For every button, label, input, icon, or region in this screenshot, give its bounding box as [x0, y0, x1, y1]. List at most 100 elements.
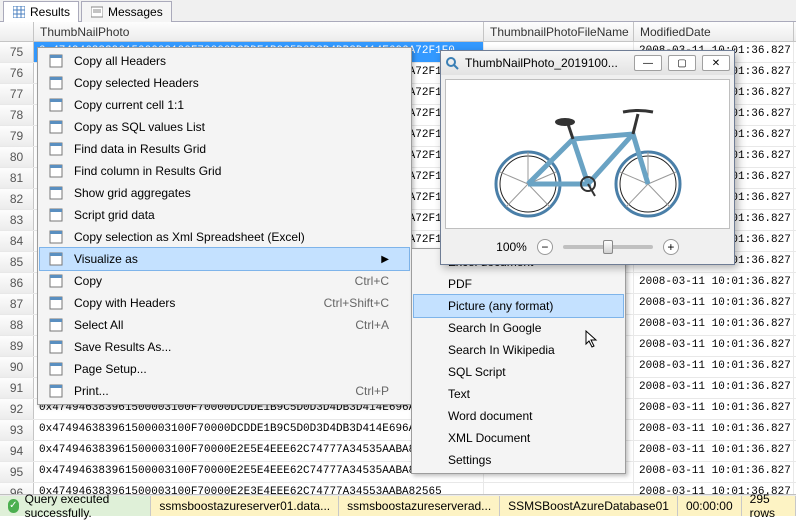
- cell-modifieddate[interactable]: 2008-03-11 10:01:36.827: [634, 357, 794, 377]
- row-number[interactable]: 93: [0, 420, 34, 440]
- menu-icon: [44, 272, 68, 290]
- status-server: ssmsboostazureserver01.data...: [151, 496, 339, 516]
- submenu-item[interactable]: SQL Script: [414, 361, 623, 383]
- menu-item[interactable]: CopyCtrl+C: [40, 270, 409, 292]
- row-number[interactable]: 90: [0, 357, 34, 377]
- menu-item[interactable]: Copy all Headers: [40, 50, 409, 72]
- submenu-item[interactable]: Search In Google: [414, 317, 623, 339]
- close-button[interactable]: ✕: [702, 55, 730, 71]
- row-number[interactable]: 79: [0, 126, 34, 146]
- row-number[interactable]: 92: [0, 399, 34, 419]
- menu-label: Page Setup...: [74, 362, 389, 376]
- corner-cell[interactable]: [0, 22, 34, 41]
- row-number[interactable]: 87: [0, 294, 34, 314]
- menu-item[interactable]: Print...Ctrl+P: [40, 380, 409, 402]
- status-time: 00:00:00: [678, 496, 742, 516]
- menu-shortcut: Ctrl+P: [355, 384, 389, 398]
- menu-label: Word document: [448, 409, 603, 423]
- tab-label: Results: [30, 5, 70, 19]
- cell-modifieddate[interactable]: 2008-03-11 10:01:36.827: [634, 399, 794, 419]
- row-number[interactable]: 94: [0, 441, 34, 461]
- image-preview-window[interactable]: ThumbNailPhoto_2019100... — ▢ ✕ 100% − +: [440, 50, 735, 265]
- menu-item[interactable]: Page Setup...: [40, 358, 409, 380]
- menu-item[interactable]: Save Results As...: [40, 336, 409, 358]
- menu-item[interactable]: Visualize as▶: [40, 248, 409, 270]
- row-number[interactable]: 82: [0, 189, 34, 209]
- menu-item[interactable]: Show grid aggregates: [40, 182, 409, 204]
- menu-icon: [44, 52, 68, 70]
- tab-messages[interactable]: Messages: [81, 1, 172, 22]
- table-row[interactable]: 940x474946383961500003100F70000E2E5E4EEE…: [0, 441, 796, 462]
- row-number[interactable]: 84: [0, 231, 34, 251]
- menu-label: Select All: [74, 318, 331, 332]
- menu-label: Save Results As...: [74, 340, 389, 354]
- cell-modifieddate[interactable]: 2008-03-11 10:01:36.827: [634, 336, 794, 356]
- zoom-label: 100%: [496, 240, 527, 254]
- col-thumbnailphotofilename[interactable]: ThumbnailPhotoFileName: [484, 22, 634, 41]
- menu-icon: [418, 253, 442, 271]
- submenu-item[interactable]: Text: [414, 383, 623, 405]
- minimize-button[interactable]: —: [634, 55, 662, 71]
- row-number[interactable]: 91: [0, 378, 34, 398]
- status-login: ssmsboostazureserverad...: [339, 496, 500, 516]
- menu-item[interactable]: Script grid data: [40, 204, 409, 226]
- submenu-item[interactable]: Search In Wikipedia: [414, 339, 623, 361]
- menu-item[interactable]: Copy selected Headers: [40, 72, 409, 94]
- menu-label: Visualize as: [74, 252, 357, 266]
- cell-modifieddate[interactable]: 2008-03-11 10:01:36.827: [634, 462, 794, 482]
- menu-label: Find data in Results Grid: [74, 142, 389, 156]
- row-number[interactable]: 95: [0, 462, 34, 482]
- row-number[interactable]: 85: [0, 252, 34, 272]
- submenu-item[interactable]: Word document: [414, 405, 623, 427]
- menu-icon: [418, 385, 442, 403]
- column-headers: ThumbNailPhoto ThumbnailPhotoFileName Mo…: [0, 22, 796, 42]
- row-number[interactable]: 88: [0, 315, 34, 335]
- menu-item[interactable]: Copy current cell 1:1: [40, 94, 409, 116]
- zoom-out-button[interactable]: −: [537, 239, 553, 255]
- cell-modifieddate[interactable]: 2008-03-11 10:01:36.827: [634, 441, 794, 461]
- check-icon: ✓: [8, 499, 19, 513]
- menu-item[interactable]: Find column in Results Grid: [40, 160, 409, 182]
- menu-icon: [44, 294, 68, 312]
- zoom-slider[interactable]: [563, 245, 653, 249]
- row-number[interactable]: 80: [0, 147, 34, 167]
- titlebar[interactable]: ThumbNailPhoto_2019100... — ▢ ✕: [441, 51, 734, 75]
- result-tabs: Results Messages: [0, 0, 796, 22]
- row-number[interactable]: 83: [0, 210, 34, 230]
- row-number[interactable]: 75: [0, 42, 34, 62]
- menu-item[interactable]: Copy selection as Xml Spreadsheet (Excel…: [40, 226, 409, 248]
- row-number[interactable]: 81: [0, 168, 34, 188]
- submenu-item[interactable]: Settings: [414, 449, 623, 471]
- cell-modifieddate[interactable]: 2008-03-11 10:01:36.827: [634, 315, 794, 335]
- menu-icon: [418, 429, 442, 447]
- slider-thumb[interactable]: [603, 240, 613, 254]
- tab-results[interactable]: Results: [3, 1, 79, 22]
- menu-label: Show grid aggregates: [74, 186, 389, 200]
- row-number[interactable]: 78: [0, 105, 34, 125]
- menu-label: Copy as SQL values List: [74, 120, 389, 134]
- col-thumbnailphoto[interactable]: ThumbNailPhoto: [34, 22, 484, 41]
- menu-label: Copy all Headers: [74, 54, 389, 68]
- submenu-item[interactable]: Picture (any format): [414, 295, 623, 317]
- maximize-button[interactable]: ▢: [668, 55, 696, 71]
- menu-item[interactable]: Find data in Results Grid: [40, 138, 409, 160]
- menu-item[interactable]: Copy as SQL values List: [40, 116, 409, 138]
- menu-item[interactable]: Copy with HeadersCtrl+Shift+C: [40, 292, 409, 314]
- row-number[interactable]: 77: [0, 84, 34, 104]
- submenu-item[interactable]: PDF: [414, 273, 623, 295]
- cell-modifieddate[interactable]: 2008-03-11 10:01:36.827: [634, 294, 794, 314]
- menu-icon: [44, 206, 68, 224]
- menu-item[interactable]: Select AllCtrl+A: [40, 314, 409, 336]
- table-row[interactable]: 930x474946383961500003100F70000DCDDE1B9C…: [0, 420, 796, 441]
- table-row[interactable]: 950x474946383961500003100F70000E2E5E4EEE…: [0, 462, 796, 483]
- zoom-in-button[interactable]: +: [663, 239, 679, 255]
- submenu-item[interactable]: XML Document: [414, 427, 623, 449]
- row-number[interactable]: 86: [0, 273, 34, 293]
- cell-modifieddate[interactable]: 2008-03-11 10:01:36.827: [634, 420, 794, 440]
- cell-modifieddate[interactable]: 2008-03-11 10:01:36.827: [634, 378, 794, 398]
- row-number[interactable]: 89: [0, 336, 34, 356]
- col-modifieddate[interactable]: ModifiedDate: [634, 22, 794, 41]
- row-number[interactable]: 76: [0, 63, 34, 83]
- menu-icon: [418, 407, 442, 425]
- cell-modifieddate[interactable]: 2008-03-11 10:01:36.827: [634, 273, 794, 293]
